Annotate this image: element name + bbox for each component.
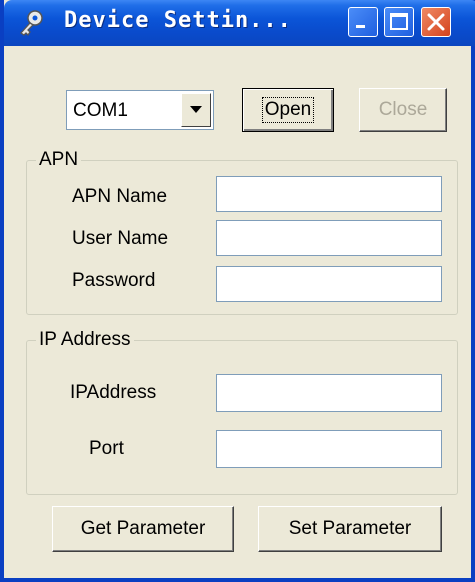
apn-name-field[interactable]: [216, 176, 442, 212]
open-button[interactable]: Open: [242, 88, 334, 132]
key-wrench-icon: [16, 8, 46, 38]
get-parameter-label: Get Parameter: [80, 518, 206, 539]
close-button-label: Close: [378, 99, 428, 120]
com-port-select[interactable]: COM1: [66, 90, 214, 130]
title-bar[interactable]: Device Settin...: [4, 0, 475, 46]
user-name-field[interactable]: [216, 220, 442, 256]
triangle-down-icon: [190, 106, 202, 113]
maximize-icon: [390, 13, 408, 30]
open-button-label: Open: [261, 97, 315, 123]
maximize-button[interactable]: [384, 7, 414, 37]
user-name-label: User Name: [72, 228, 169, 249]
port-field[interactable]: [216, 430, 442, 468]
minimize-button[interactable]: [348, 7, 378, 37]
password-label: Password: [72, 270, 156, 291]
ip-address-group: [26, 340, 458, 495]
ip-address-group-title: IP Address: [36, 329, 134, 351]
ip-address-field[interactable]: [216, 374, 442, 412]
combo-dropdown-button[interactable]: [181, 93, 211, 127]
apn-group-title: APN: [36, 149, 82, 171]
close-icon: [427, 13, 445, 31]
ip-address-label: IPAddress: [70, 382, 157, 403]
device-settings-window: Device Settin... COM1 Open Close APN APN…: [0, 0, 475, 582]
window-title: Device Settin...: [64, 8, 292, 33]
apn-name-label: APN Name: [72, 186, 168, 207]
close-button[interactable]: Close: [359, 88, 447, 132]
password-field[interactable]: [216, 266, 442, 302]
set-parameter-label: Set Parameter: [288, 518, 412, 539]
port-label: Port: [89, 438, 124, 459]
minimize-icon: [356, 25, 365, 28]
com-port-value: COM1: [73, 100, 128, 121]
get-parameter-button[interactable]: Get Parameter: [52, 506, 234, 552]
close-window-button[interactable]: [421, 7, 451, 37]
set-parameter-button[interactable]: Set Parameter: [258, 506, 442, 552]
